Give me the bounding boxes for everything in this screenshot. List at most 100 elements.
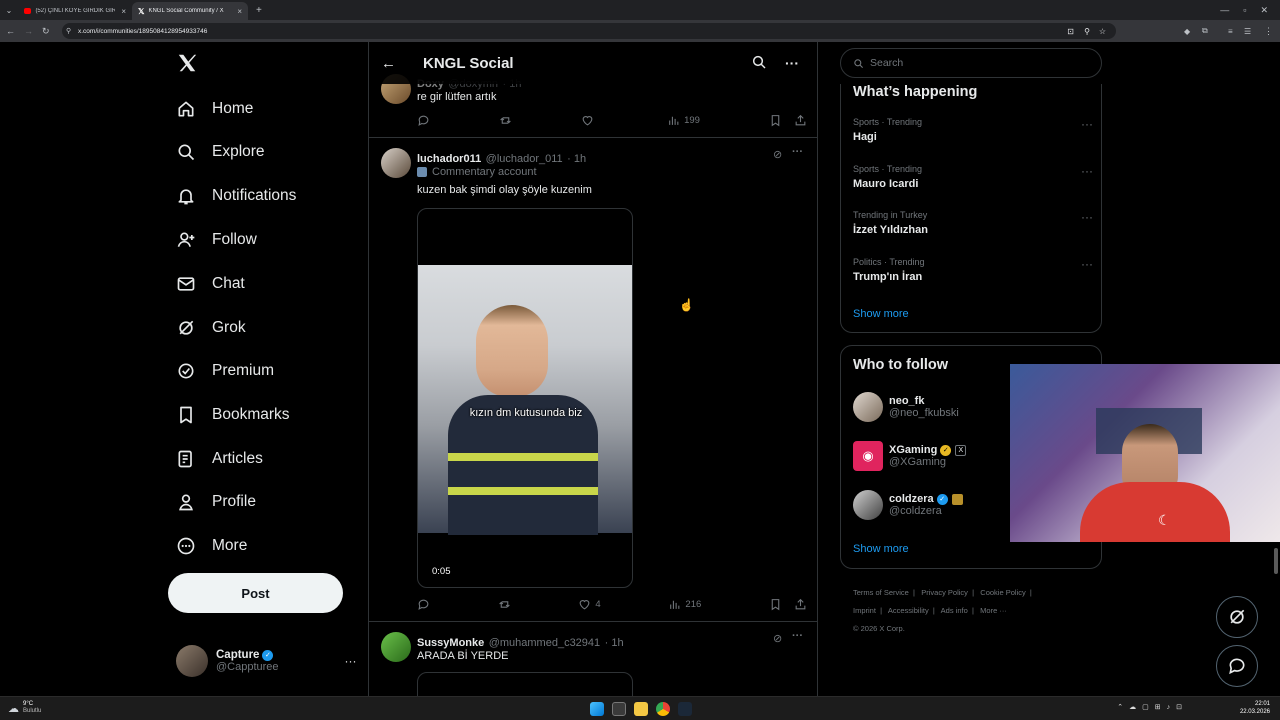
browser-tab-x[interactable]: 𝕏 KNGL Social Community / X × — [132, 2, 248, 20]
system-tray-icons[interactable]: ⌃☁▢⊞♪⊡ — [1117, 703, 1188, 711]
file-explorer-icon[interactable] — [634, 702, 648, 716]
downloads-icon[interactable]: ≡ — [1228, 27, 1233, 36]
profile-menu-icon[interactable]: ☰ — [1244, 27, 1251, 36]
trend-more-icon[interactable]: ··· — [1081, 210, 1093, 224]
browser-tab-youtube[interactable]: (52) ÇİNLİ KÖYE GİRDİK GİRME × — [18, 2, 132, 20]
nav-item-notifications[interactable]: Notifications — [176, 181, 296, 211]
steam-icon[interactable] — [678, 702, 692, 716]
back-arrow-icon[interactable]: ← — [381, 55, 396, 72]
search-input[interactable]: Search — [840, 48, 1102, 78]
trend-item[interactable]: Politics · Trending Trump'ın İran ··· — [853, 257, 1093, 283]
trend-more-icon[interactable]: ··· — [1081, 117, 1093, 131]
follow-suggestion[interactable]: coldzera ✓ @coldzera — [853, 490, 963, 520]
browser-menu-icon[interactable]: ⋮ — [1264, 26, 1273, 37]
nav-item-chat[interactable]: Chat — [176, 269, 245, 299]
like-button[interactable] — [581, 114, 598, 127]
show-more-link[interactable]: Show more — [853, 543, 909, 555]
reply-button[interactable] — [417, 598, 430, 611]
show-more-link[interactable]: Show more — [853, 308, 909, 320]
account-switcher[interactable]: Capture ✓ @Cappturee ··· — [176, 645, 357, 677]
grok-icon[interactable]: ⊘ — [773, 632, 782, 645]
messages-fab[interactable] — [1216, 645, 1258, 687]
footer-link[interactable]: More ··· — [980, 606, 1007, 615]
footer-link[interactable]: Terms of Service — [853, 588, 909, 597]
nav-item-articles[interactable]: Articles — [176, 444, 263, 474]
footer-link[interactable]: Privacy Policy — [921, 588, 968, 597]
more-options-icon[interactable]: ··· — [792, 630, 803, 642]
post[interactable]: SussyMonke @muhammed_c32941 · 1h ⊘ ··· A… — [369, 622, 817, 696]
x-logo-icon[interactable] — [176, 52, 200, 76]
bookmark-button[interactable] — [769, 114, 782, 127]
post-author[interactable]: SussyMonke — [417, 637, 484, 649]
trend-item[interactable]: Sports · Trending Mauro Icardi ··· — [853, 164, 1093, 190]
nav-item-more[interactable]: More — [176, 531, 247, 561]
share-button[interactable] — [794, 114, 807, 127]
verified-badge-icon: ✓ — [262, 649, 274, 661]
close-window-icon[interactable]: ✕ — [1260, 5, 1268, 16]
account-more-icon[interactable]: ··· — [345, 654, 357, 668]
reply-button[interactable] — [417, 114, 430, 127]
trend-item[interactable]: Sports · Trending Hagi ··· — [853, 117, 1093, 143]
nav-item-grok[interactable]: Grok — [176, 313, 246, 343]
post[interactable]: luchador011 @luchador_011 · 1h ⊘ ··· Com… — [369, 138, 817, 622]
close-tab-icon[interactable]: × — [121, 7, 126, 16]
reflective-stripe — [448, 487, 598, 495]
maximize-icon[interactable]: ▫ — [1243, 5, 1246, 15]
scrollbar-thumb[interactable] — [1274, 548, 1278, 574]
nav-item-home[interactable]: Home — [176, 94, 253, 124]
footer-link[interactable]: Accessibility — [888, 606, 929, 615]
post-button[interactable]: Post — [168, 573, 343, 613]
nav-item-profile[interactable]: Profile — [176, 487, 256, 517]
install-icon[interactable]: ⊡ — [1067, 27, 1074, 36]
like-button[interactable]: 4 — [578, 598, 601, 611]
minimize-icon[interactable]: — — [1220, 5, 1229, 15]
tab-list-chevron-icon[interactable]: ⌄ — [0, 6, 18, 15]
post-handle[interactable]: @muhammed_c32941 — [489, 637, 600, 649]
views-button[interactable]: 216 — [668, 598, 701, 611]
search-icon[interactable] — [751, 54, 767, 75]
extensions-puzzle-icon[interactable]: ⧉ — [1202, 26, 1208, 36]
views-button[interactable]: 199 — [667, 114, 700, 127]
post-author[interactable]: luchador011 — [417, 153, 481, 165]
footer-link[interactable]: Imprint — [853, 606, 876, 615]
share-button[interactable] — [794, 598, 807, 611]
chrome-icon[interactable] — [656, 702, 670, 716]
post-media[interactable] — [417, 672, 633, 696]
trend-item[interactable]: Trending in Turkey İzzet Yıldızhan ··· — [853, 210, 1093, 236]
video-player[interactable]: kızın dm kutusunda biz 0:05 — [417, 208, 633, 588]
clock[interactable]: 22:01 22.03.2026 — [1240, 700, 1270, 716]
repost-button[interactable] — [498, 598, 511, 611]
grok-icon[interactable]: ⊘ — [773, 148, 782, 161]
extension-icon[interactable]: ◆ — [1184, 27, 1190, 36]
more-options-icon[interactable]: ··· — [785, 55, 799, 71]
site-info-icon[interactable]: ⚲ — [66, 27, 71, 35]
avatar — [381, 148, 411, 178]
trend-more-icon[interactable]: ··· — [1081, 257, 1093, 271]
reload-icon[interactable]: ↻ — [42, 26, 50, 37]
footer-link[interactable]: Ads info — [941, 606, 968, 615]
start-icon[interactable] — [590, 702, 604, 716]
back-icon[interactable]: ← — [6, 26, 15, 36]
nav-item-follow[interactable]: Follow — [176, 225, 257, 255]
weather-widget[interactable]: ☁ 9°C Bulutlu — [8, 701, 41, 715]
close-tab-icon[interactable]: × — [237, 7, 242, 16]
nav-item-premium[interactable]: Premium — [176, 356, 274, 386]
nav-item-explore[interactable]: Explore — [176, 137, 265, 167]
post-handle[interactable]: @luchador_011 — [486, 153, 563, 165]
zoom-icon[interactable]: ⚲ — [1084, 27, 1090, 36]
footer-link[interactable]: Cookie Policy — [980, 588, 1025, 597]
task-view-icon[interactable] — [612, 702, 626, 716]
trend-more-icon[interactable]: ··· — [1081, 164, 1093, 178]
forward-icon[interactable]: → — [24, 26, 33, 36]
bookmark-star-icon[interactable]: ☆ — [1099, 27, 1106, 36]
follow-suggestion[interactable]: ◉ XGaming ✓ X @XGaming — [853, 441, 967, 471]
follow-name: XGaming — [889, 444, 938, 456]
bookmark-button[interactable] — [769, 598, 782, 611]
grok-fab[interactable] — [1216, 596, 1258, 638]
address-bar[interactable]: ⚲ x.com/i/communities/189508412895493374… — [62, 23, 1116, 39]
new-tab-icon[interactable]: + — [256, 5, 262, 16]
follow-suggestion[interactable]: neo_fk @neo_fkubski — [853, 392, 959, 422]
repost-button[interactable] — [499, 114, 512, 127]
more-options-icon[interactable]: ··· — [792, 146, 803, 158]
nav-item-bookmarks[interactable]: Bookmarks — [176, 400, 290, 430]
